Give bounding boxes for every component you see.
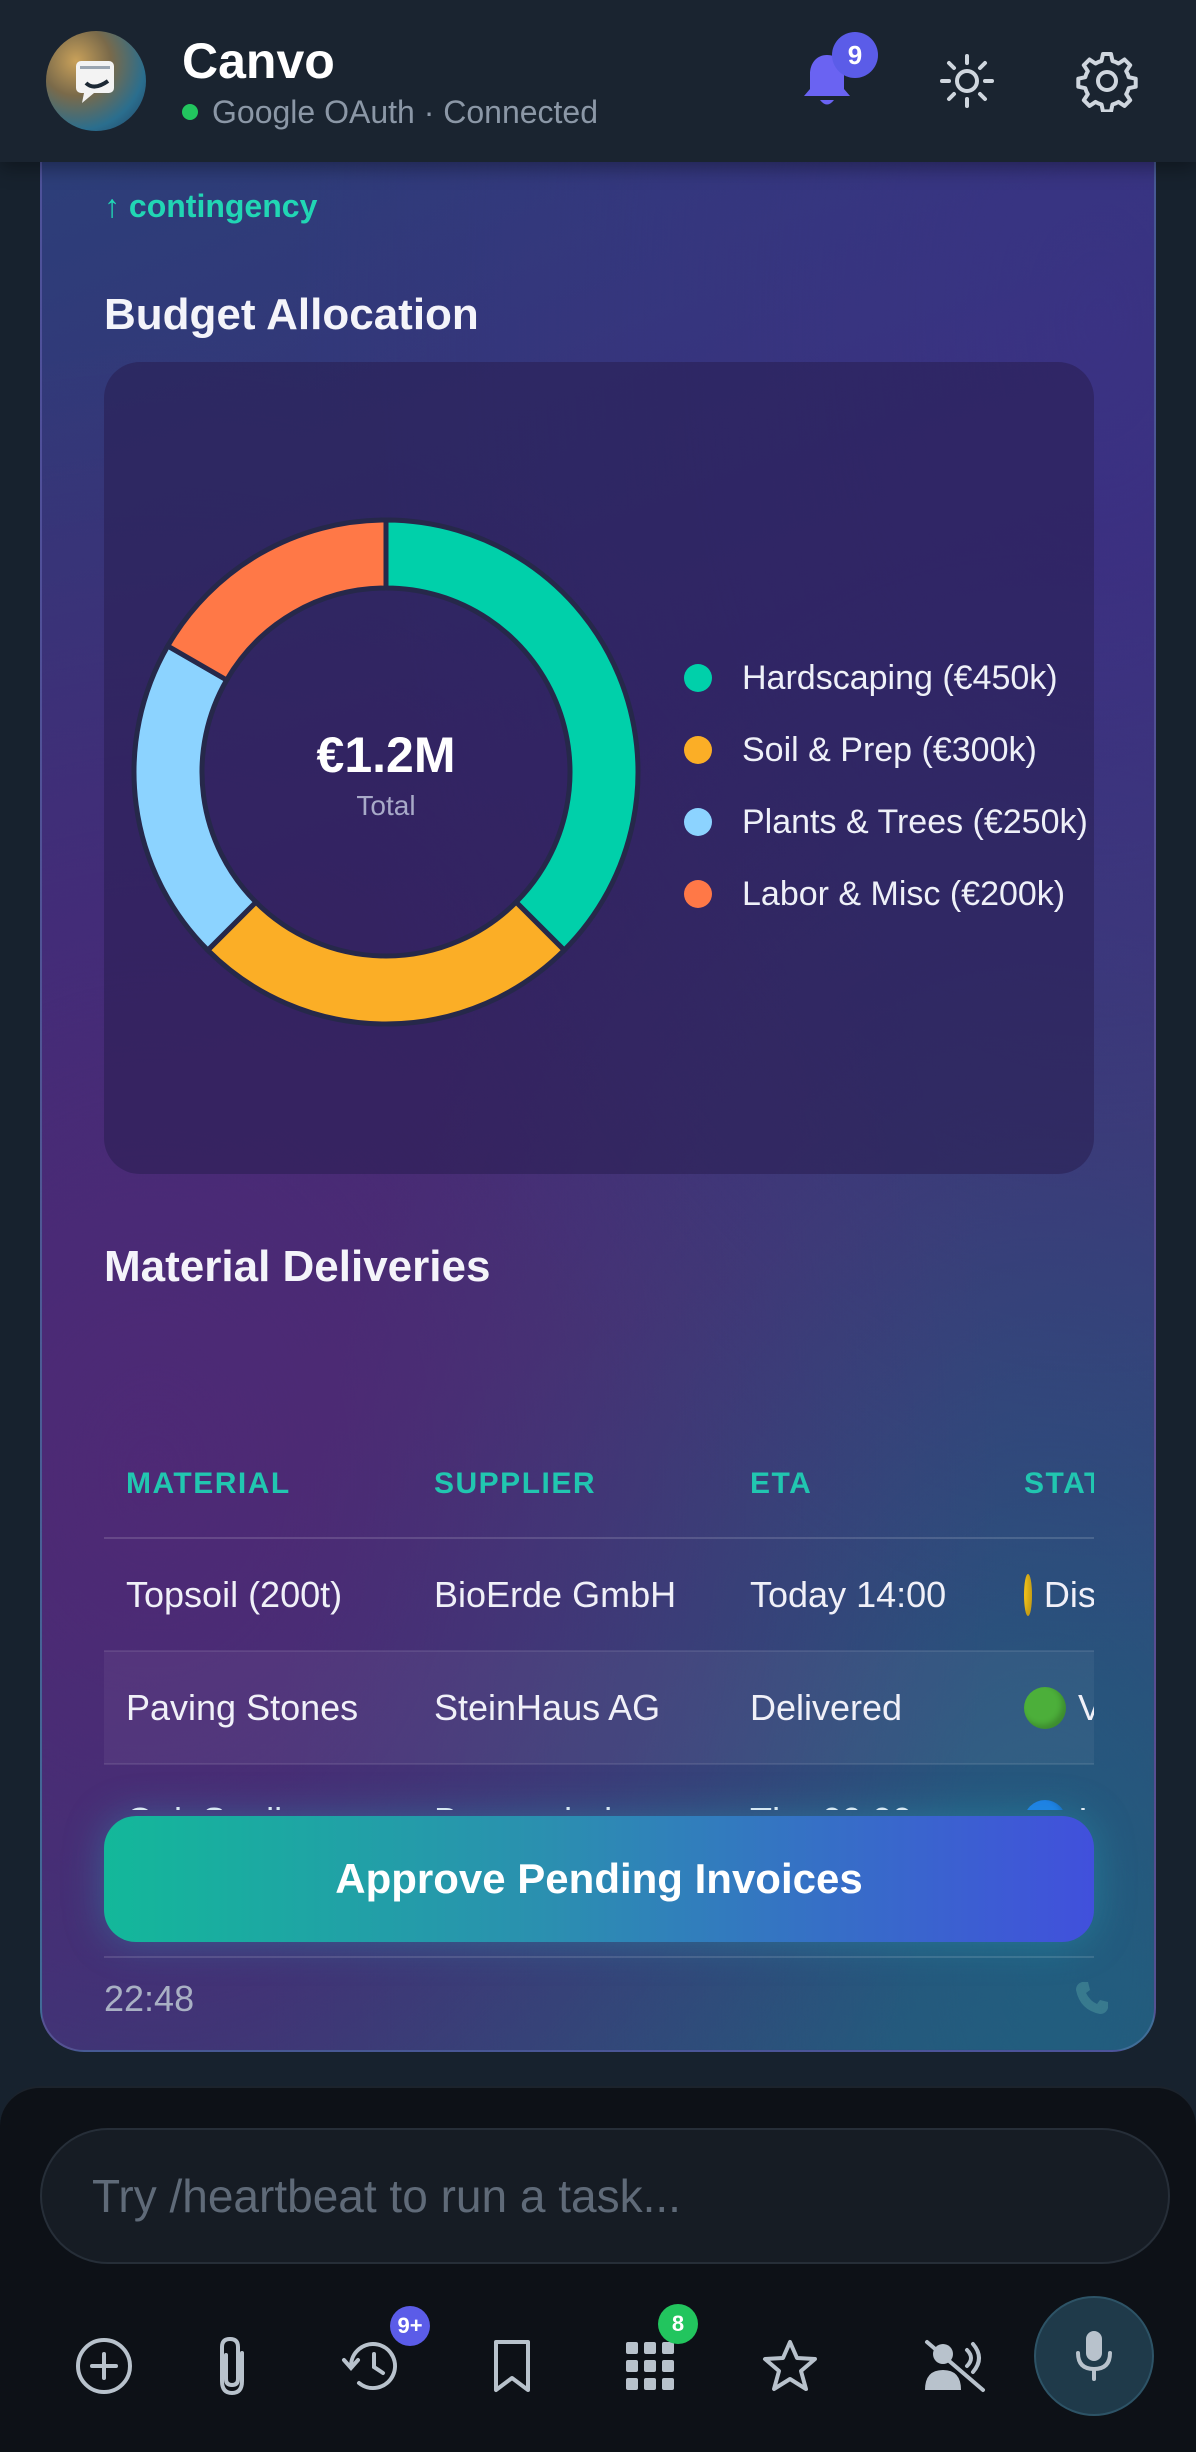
legend-dot-icon [684,736,712,764]
legend-item: Labor & Misc (€200k) [684,858,1088,930]
deliveries-section-title: Material Deliveries [104,1242,491,1291]
favorites-button[interactable] [740,2316,840,2416]
message-input[interactable]: Try /heartbeat to run a task... [40,2128,1170,2264]
history-button[interactable]: 9+ [322,2306,430,2416]
table-row[interactable]: Paving Stones SteinHaus AG Delivered Ver… [104,1651,1094,1765]
donut-slice-3[interactable] [164,517,389,684]
app-title: Canvo [182,32,335,89]
legend-label: Soil & Prep (€300k) [742,730,1037,769]
deliveries-table: MATERIAL SUPPLIER ETA STATUS Topsoil (20… [104,1430,1094,1810]
message-card: ↑ contingency Budget Allocation €1.2M To… [40,130,1156,2052]
cell-supplier: Baumschule [412,1764,728,1810]
apps-button[interactable]: 8 [600,2304,700,2416]
attach-button[interactable] [182,2316,282,2416]
legend-label: Plants & Trees (€250k) [742,802,1088,841]
grid-icon [626,2342,674,2390]
star-icon [763,2340,817,2391]
status-dot-icon [1024,1573,1032,1616]
table-row[interactable]: Topsoil (200t) BioErde GmbH Today 14:00 … [104,1538,1094,1652]
notifications-button[interactable]: 9 [782,32,878,126]
composer: Try /heartbeat to run a task... 9+ 8 [0,2086,1196,2452]
donut-slice-2[interactable] [131,642,260,954]
cell-material: Oak Saplings [104,1764,412,1810]
gear-icon [1076,52,1138,112]
microphone-button[interactable] [1034,2296,1154,2416]
apps-count-badge: 8 [658,2304,698,2344]
cell-eta: Thu 09:00 [728,1764,1002,1810]
contingency-label: ↑ contingency [104,188,318,224]
legend-dot-icon [684,880,712,908]
theme-toggle-button[interactable] [922,36,1012,126]
voice-off-icon [925,2340,985,2392]
budget-section-title: Budget Allocation [104,290,479,339]
cell-material: Paving Stones [104,1651,412,1765]
cell-supplier: BioErde GmbH [412,1538,728,1652]
donut-center-label: Total [356,790,415,821]
bookmark-button[interactable] [462,2316,562,2416]
column-header-supplier[interactable]: SUPPLIER [412,1430,728,1539]
composer-toolbar: 9+ 8 [0,2296,1196,2436]
column-header-status[interactable]: STATUS [1002,1430,1094,1539]
column-header-eta[interactable]: ETA [728,1430,1002,1539]
cell-supplier: SteinHaus AG [412,1651,728,1765]
notification-count-badge: 9 [832,32,878,78]
table-header-row: MATERIAL SUPPLIER ETA STATUS [104,1430,1094,1539]
legend-dot-icon [684,808,712,836]
app-header: Canvo Google OAuth · Connected 9 [0,0,1196,162]
legend-item: Soil & Prep (€300k) [684,714,1088,786]
donut-center-value: €1.2M [317,727,456,783]
approve-invoices-button[interactable]: Approve Pending Invoices [104,1816,1094,1942]
legend-item: Plants & Trees (€250k) [684,786,1088,858]
cell-status: Dispatched [1043,1573,1094,1615]
cell-status: In transit [1078,1800,1094,1811]
chart-legend: Hardscaping (€450k) Soil & Prep (€300k) Pl… [684,642,1088,930]
bookmark-icon [494,2340,530,2392]
message-timestamp: 22:48 [104,1978,195,2019]
table-row[interactable]: Oak Saplings Baumschule Thu 09:00 In tra… [104,1764,1094,1810]
agent-avatar[interactable] [46,31,146,131]
cell-eta: Today 14:00 [728,1538,1002,1652]
legend-label: Hardscaping (€450k) [742,658,1058,697]
legend-dot-icon [684,664,712,692]
cell-eta: Delivered [728,1651,1002,1765]
legend-label: Labor & Misc (€200k) [742,874,1066,913]
connection-status: Google OAuth · Connected [212,93,599,130]
plus-circle-icon [76,2338,132,2394]
cell-status: Verified [1078,1687,1094,1729]
history-count-badge: 9+ [390,2306,430,2346]
donut-slice-1[interactable] [204,898,568,1027]
sun-icon [940,54,994,108]
settings-button[interactable] [1062,36,1152,126]
connection-status-dot [182,104,198,120]
budget-chart-panel: €1.2M Total Hardscaping (€450k) Soil & Pr… [104,362,1094,1174]
status-dot-icon [1024,1686,1066,1729]
budget-donut-chart: €1.2M Total [131,517,641,1027]
microphone-icon [1076,2331,1112,2381]
add-button[interactable] [54,2316,154,2416]
chat-bubble-icon [76,61,114,103]
column-header-material[interactable]: MATERIAL [104,1430,412,1539]
history-icon [342,2342,397,2391]
cell-material: Topsoil (200t) [104,1538,412,1652]
voice-off-button[interactable] [906,2316,1006,2416]
legend-item: Hardscaping (€450k) [684,642,1088,714]
paperclip-icon [220,2336,244,2396]
phone-icon[interactable] [1072,1978,1112,2023]
card-divider [104,1956,1094,1958]
status-dot-icon [1024,1799,1066,1810]
